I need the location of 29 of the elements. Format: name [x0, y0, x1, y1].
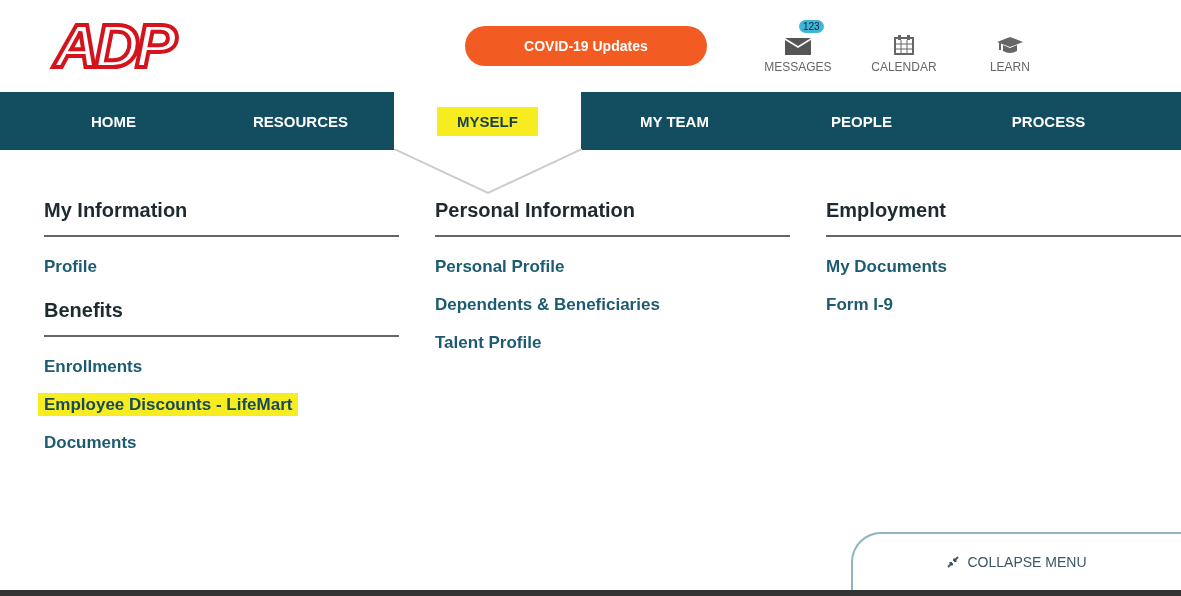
menu-link[interactable]: Enrollments [44, 357, 143, 376]
nav-tab[interactable]: MY TEAM [620, 106, 729, 136]
adp-logo[interactable]: ADP [50, 6, 185, 86]
header-action-button[interactable]: LEARN [956, 18, 1063, 74]
nav-tab[interactable]: HOME [71, 106, 156, 136]
nav-tab[interactable]: PEOPLE [811, 106, 912, 136]
collapse-icon [947, 556, 960, 568]
menu-link[interactable]: Profile [44, 257, 97, 276]
nav-tab[interactable]: RESOURCES [233, 106, 368, 136]
envelope-icon [782, 36, 813, 56]
menu-link[interactable]: Employee Discounts - LifeMart [38, 393, 299, 416]
menu-link[interactable]: Personal Profile [435, 257, 565, 276]
section-heading: My Information [44, 195, 399, 237]
header-action-button[interactable]: 123 MESSAGES [744, 18, 851, 74]
menu-link[interactable]: Documents [44, 433, 137, 452]
graduation-cap-icon [995, 36, 1024, 56]
menu-link[interactable]: Form I-9 [826, 295, 894, 314]
menu-link[interactable]: Talent Profile [435, 333, 542, 352]
count-badge: 123 [798, 20, 824, 33]
section-heading: Employment [826, 195, 1181, 237]
nav-tab[interactable]: MYSELF [437, 106, 538, 136]
section-heading: Personal Information [435, 195, 790, 237]
section-heading: Benefits [44, 295, 399, 337]
collapse-menu-button[interactable]: COLLAPSE MENU [851, 532, 1181, 590]
nav-tab[interactable]: PROCESS [991, 106, 1106, 136]
calendar-icon [892, 34, 915, 56]
menu-link[interactable]: Dependents & Beneficiaries [435, 295, 660, 314]
header-action-button[interactable]: CALENDAR [850, 18, 957, 74]
menu-link[interactable]: My Documents [826, 257, 947, 276]
